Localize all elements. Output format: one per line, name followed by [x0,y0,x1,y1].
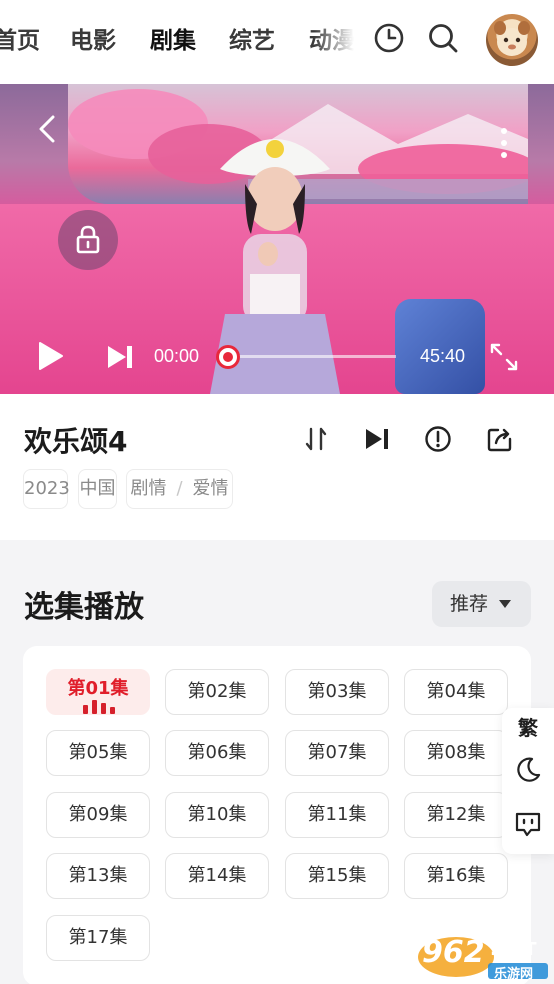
episode-button[interactable]: 第05集 [46,730,150,776]
next-icon[interactable] [106,344,134,370]
episode-grid: 第01集 第02集 第03集 第04集 第05集 第06集 第07集 第08集 … [23,646,531,984]
fullscreen-icon[interactable] [489,342,519,372]
back-icon[interactable] [36,114,58,144]
episode-button[interactable]: 第03集 [285,669,389,715]
episode-button-playing[interactable]: 第01集 [46,669,150,715]
share-icon[interactable] [486,425,514,453]
playing-equalizer-icon [83,700,115,714]
watermark-suffix: .NET [490,939,537,960]
episode-section-title: 选集播放 [24,590,144,625]
caret-down-icon [499,600,511,608]
moon-icon[interactable] [514,756,542,784]
history-icon[interactable] [373,22,405,54]
tab-variety[interactable]: 综艺 [229,24,275,58]
episode-button[interactable]: 第06集 [165,730,269,776]
episode-button[interactable]: 第13集 [46,853,150,899]
lock-button[interactable] [58,210,118,270]
episode-button[interactable]: 第09集 [46,792,150,838]
next-episode-icon[interactable] [363,425,391,453]
episode-button[interactable]: 第04集 [404,669,508,715]
progress-bar[interactable] [236,355,396,358]
tab-home[interactable]: 首页 [0,24,40,58]
show-info: 欢乐颂4 2023 中国 剧情 / 爱情 [0,394,554,540]
category-tabs: 首页 电影 剧集 综艺 动漫 [0,0,354,84]
tag-separator: / [176,478,183,499]
feedback-icon[interactable] [514,810,542,838]
episode-button[interactable]: 第07集 [285,730,389,776]
sort-swap-icon[interactable] [302,425,330,453]
episode-button[interactable]: 第12集 [404,792,508,838]
side-float-toolbar: 繁 [502,708,554,854]
top-nav: 首页 电影 剧集 综艺 动漫 [0,0,554,84]
episode-button[interactable]: 第16集 [404,853,508,899]
tabs-fade [314,0,354,84]
avatar[interactable] [486,14,538,66]
episode-button[interactable]: 第11集 [285,792,389,838]
tag-genre-2: 爱情 [192,478,229,499]
current-time: 00:00 [154,346,200,366]
sort-dropdown[interactable]: 推荐 [432,581,531,627]
report-icon[interactable] [424,425,452,453]
play-icon[interactable] [36,340,64,372]
sort-dropdown-label: 推荐 [450,593,489,615]
watermark-number: 962 [422,935,485,970]
episode-button[interactable]: 第15集 [285,853,389,899]
traditional-chinese-toggle[interactable]: 繁 [502,712,554,741]
lock-icon [76,225,100,254]
search-icon[interactable] [427,22,459,54]
episode-label: 第01集 [67,678,129,699]
watermark-sub: 乐游网 [494,967,534,982]
show-title: 欢乐颂4 [24,425,128,458]
episode-button[interactable]: 第10集 [165,792,269,838]
site-watermark: 962 .NET 乐游网 [416,935,550,982]
episode-button[interactable]: 第14集 [165,853,269,899]
tag-genre-1: 剧情 [130,478,167,499]
episode-button[interactable]: 第17集 [46,915,150,961]
episode-button[interactable]: 第02集 [165,669,269,715]
duration: 45:40 [420,346,466,366]
tag-year: 2023 [23,469,70,509]
tag-region: 中国 [78,469,117,509]
video-player[interactable]: 00:00 45:40 [0,84,554,394]
episode-button[interactable]: 第08集 [404,730,508,776]
tab-movies[interactable]: 电影 [70,24,116,58]
tab-series[interactable]: 剧集 [150,24,196,58]
progress-knob[interactable] [216,345,240,369]
more-icon[interactable] [498,126,510,160]
tag-genres: 剧情 / 爱情 [126,469,233,509]
